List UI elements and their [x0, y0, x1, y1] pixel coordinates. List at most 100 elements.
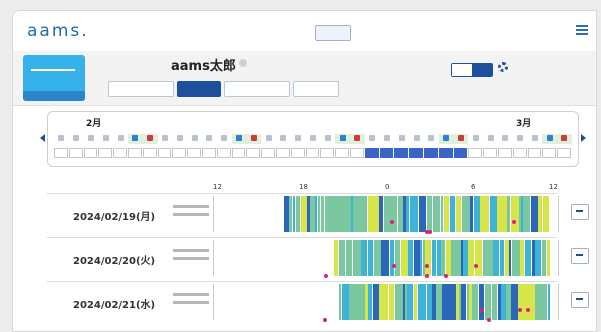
date-cell[interactable] — [497, 148, 512, 158]
hamburger-menu-icon[interactable] — [576, 25, 588, 35]
date-cell[interactable] — [394, 148, 409, 158]
sleep-segment — [407, 284, 413, 320]
date-cell[interactable] — [379, 148, 394, 158]
tab-report[interactable] — [293, 81, 339, 97]
weekday-cell — [98, 134, 113, 144]
date-cell[interactable] — [172, 148, 187, 158]
date-cell[interactable] — [54, 148, 68, 158]
date-cell[interactable] — [187, 148, 201, 158]
date-cell[interactable] — [275, 148, 290, 158]
weekday-cell — [142, 134, 158, 144]
tab-alert-history[interactable] — [224, 81, 290, 97]
tab-graph[interactable] — [108, 81, 174, 97]
next-arrow-icon[interactable] — [581, 134, 586, 142]
date-cell[interactable] — [527, 148, 542, 158]
date-cell[interactable] — [216, 148, 231, 158]
tab-sleep[interactable] — [177, 81, 221, 97]
row-detail-button[interactable] — [571, 204, 589, 220]
tick-label: 18 — [299, 183, 308, 191]
date-cell[interactable] — [512, 148, 527, 158]
weekday-cell — [528, 134, 543, 144]
date-cell[interactable] — [453, 148, 468, 158]
sleep-segment — [318, 196, 320, 232]
date-cell[interactable] — [483, 148, 497, 158]
date-cell[interactable] — [142, 148, 157, 158]
weekday-cell — [187, 134, 202, 144]
date-cell[interactable] — [246, 148, 261, 158]
date-cell[interactable] — [157, 148, 172, 158]
tick-label: 0 — [385, 183, 390, 191]
sleep-segment — [408, 240, 413, 276]
sleep-segment — [523, 196, 530, 232]
sleep-segment — [500, 240, 504, 276]
list-view-button[interactable] — [315, 25, 351, 41]
weekday-cell — [365, 134, 380, 144]
date-cell[interactable] — [305, 148, 320, 158]
sleep-segment — [339, 284, 341, 320]
date-cell[interactable] — [349, 148, 364, 158]
date-cell[interactable] — [127, 148, 142, 158]
event-dot — [518, 308, 522, 312]
weekday-cell — [557, 134, 572, 144]
date-cell[interactable] — [320, 148, 335, 158]
date-cell[interactable] — [438, 148, 453, 158]
date-cell[interactable] — [542, 148, 557, 158]
date-cell[interactable] — [409, 148, 423, 158]
sleep-segment — [420, 240, 422, 276]
sleep-segment — [390, 240, 394, 276]
user-name: aams太郎 — [171, 59, 236, 74]
weekday-cell — [84, 134, 99, 144]
sleep-segment — [535, 284, 542, 320]
sleep-segment — [401, 240, 408, 276]
event-dot — [487, 318, 491, 322]
sleep-segment — [392, 196, 397, 232]
row-detail-button[interactable] — [571, 248, 589, 264]
sleep-segment — [389, 284, 394, 320]
event-dot — [392, 264, 396, 268]
day-row-stats — [173, 249, 209, 265]
weekday-cell — [468, 134, 483, 144]
date-cell[interactable] — [423, 148, 438, 158]
gear-icon[interactable] — [498, 62, 508, 72]
date-cell[interactable] — [98, 148, 113, 158]
sleep-segment — [511, 284, 518, 320]
weekday-cell — [380, 134, 395, 144]
sleep-segment — [520, 240, 524, 276]
date-cell[interactable] — [231, 148, 246, 158]
date-cell[interactable] — [335, 148, 349, 158]
weekday-cell — [513, 134, 528, 144]
sleep-segment — [486, 240, 493, 276]
weekday-cell — [217, 134, 232, 144]
date-cell[interactable] — [364, 148, 379, 158]
prev-arrow-icon[interactable] — [40, 134, 45, 142]
date-cell[interactable] — [83, 148, 98, 158]
sleep-segment — [492, 284, 497, 320]
sleep-segment — [406, 196, 409, 232]
weekday-cell — [409, 134, 424, 144]
date-cell[interactable] — [557, 148, 571, 158]
sleep-segment — [353, 240, 361, 276]
day-row: 2024/02/20(火) — [47, 237, 589, 282]
sleep-segment — [414, 284, 417, 320]
date-cell[interactable] — [68, 148, 83, 158]
day-row-date: 2024/02/20(火) — [73, 256, 156, 267]
date-cell[interactable] — [113, 148, 127, 158]
status-card-strip — [23, 91, 85, 101]
weekday-cell — [172, 134, 187, 144]
weekday-cell — [291, 134, 306, 144]
date-cell[interactable] — [201, 148, 216, 158]
sleep-segment — [472, 240, 474, 276]
tab-bar — [108, 81, 339, 97]
row-detail-button[interactable] — [571, 292, 589, 308]
sleep-segment — [474, 284, 478, 320]
date-cell[interactable] — [261, 148, 275, 158]
sleep-segment — [535, 240, 541, 276]
view-toggle[interactable] — [451, 63, 493, 77]
sleep-segment — [485, 284, 491, 320]
sleep-segment — [379, 196, 383, 232]
weekday-cell — [261, 134, 276, 144]
sleep-segment — [419, 196, 426, 232]
date-cell[interactable] — [468, 148, 483, 158]
weekday-cell — [127, 134, 143, 144]
date-cell[interactable] — [290, 148, 305, 158]
